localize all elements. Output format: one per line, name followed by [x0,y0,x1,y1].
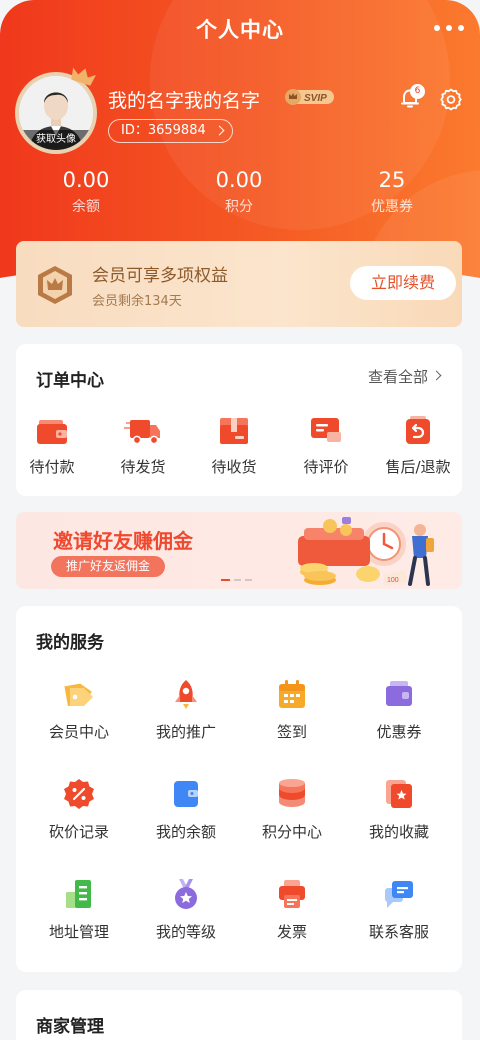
address-building-icon [66,880,91,908]
service-invoice[interactable]: 发票 [239,878,345,942]
service-my-level[interactable]: 我的等级 [133,878,239,942]
service-label: 我的收藏 [368,823,429,841]
service-label: 我的余额 [155,823,216,841]
pagination-dot[interactable] [234,579,241,581]
merchant-management-title: 商家管理 [36,1017,104,1037]
order-label: 待发货 [120,458,166,476]
order-center-card: 订单中心 查看全部 待付款 待发货 待收货 待评价 售后/退款 [16,344,462,496]
coupon-icon [386,681,412,706]
order-pending-payment[interactable]: 待付款 [12,414,92,477]
order-pending-receipt[interactable]: 待收货 [194,414,274,477]
order-label: 售后/退款 [385,458,451,476]
member-tag-icon [64,683,93,707]
stat-label: 余额 [72,199,100,215]
member-benefits-banner[interactable]: 会员可享多项权益 会员剩余134天 立即续费 [16,241,462,327]
service-label: 联系客服 [368,923,429,941]
user-id-text: ID：3659884 [121,123,206,138]
service-label: 积分中心 [261,823,322,841]
stat-points[interactable]: 0.00 积分 [179,168,299,216]
calendar-icon [279,680,305,708]
merchant-management-card: 商家管理 [16,990,462,1040]
chevron-right-icon [214,125,225,136]
balance-wallet-icon [174,781,198,807]
user-id-pill[interactable]: ID：3659884 [108,119,233,143]
order-after-sales-refund[interactable]: 售后/退款 [378,414,458,477]
invite-art-value: 100 [387,577,399,584]
pagination-dot[interactable] [245,579,252,581]
refund-icon [406,416,430,444]
service-label: 我的推广 [155,723,216,741]
delivery-truck-icon [124,420,160,445]
stat-label: 优惠券 [371,199,413,215]
service-member-center[interactable]: 会员中心 [26,678,132,742]
order-label: 待评价 [303,458,349,476]
discount-badge-icon [64,779,94,809]
pagination-dot-active[interactable] [221,579,230,581]
coin-stack-icon [279,779,305,807]
stat-balance[interactable]: 0.00 余额 [26,168,146,216]
order-center-title: 订单中心 [36,371,104,391]
service-check-in[interactable]: 签到 [239,678,345,742]
member-remaining-days: 会员剩余134天 [92,294,182,309]
order-label: 待收货 [211,458,257,476]
service-coupons[interactable]: 优惠券 [346,678,452,742]
order-pending-review[interactable]: 待评价 [286,414,366,477]
my-services-card: 我的服务 会员中心 我的推广 签到 优惠券 砍价记录 我的余额 积分中心 我的收… [16,606,462,972]
member-medal-icon [38,266,72,304]
renew-button[interactable]: 立即续费 [350,266,456,300]
view-all-orders-link[interactable]: 查看全部 [368,366,442,387]
service-label: 优惠券 [376,723,422,741]
member-title: 会员可享多项权益 [92,266,228,286]
stat-value: 0.00 [62,168,110,192]
service-bargain-records[interactable]: 砍价记录 [26,778,132,842]
profile-page: 个人中心 获取头像 我的名字我的名字 SVIP ID：3659884 6 0.0… [0,0,480,1040]
crown-icon [71,67,96,86]
invite-friends-banner[interactable]: 邀请好友赚佣金 推广好友返佣金 100 [16,512,462,589]
avatar-image: 获取头像 [19,76,93,150]
stat-label: 积分 [225,199,253,215]
service-my-favorites[interactable]: 我的收藏 [346,778,452,842]
more-dots-icon[interactable] [434,16,464,40]
page-title: 个人中心 [196,18,284,42]
level-medal-icon [175,879,197,909]
service-label: 砍价记录 [48,823,109,841]
service-label: 发票 [276,923,307,941]
svip-badge-text: SVIP [304,93,327,104]
view-all-label: 查看全部 [367,368,428,386]
stat-value: 25 [378,168,406,192]
svip-badge-icon: SVIP [285,89,334,105]
service-label: 我的等级 [155,923,216,941]
service-my-promotion[interactable]: 我的推广 [133,678,239,742]
customer-service-chat-icon [385,881,413,908]
notification-count-badge: 6 [410,84,425,99]
stat-coupons[interactable]: 25 优惠券 [332,168,452,216]
chevron-right-icon [431,370,442,381]
package-box-icon [220,418,248,444]
service-label: 会员中心 [48,723,109,741]
avatar-caption[interactable]: 获取头像 [19,130,93,150]
rocket-icon [175,680,197,709]
stat-value: 0.00 [215,168,263,192]
order-pending-shipment[interactable]: 待发货 [103,414,183,477]
invite-title: 邀请好友赚佣金 [53,529,193,553]
invite-tag: 推广好友返佣金 [51,556,166,577]
service-points-center[interactable]: 积分中心 [239,778,345,842]
gear-icon[interactable] [439,87,463,111]
order-label: 待付款 [29,458,75,476]
favorite-star-icon [386,780,412,808]
account-stats: 0.00 余额 0.00 积分 25 优惠券 [0,168,480,224]
username: 我的名字我的名字 [108,90,261,112]
service-contact-support[interactable]: 联系客服 [346,878,452,942]
wallet-icon [37,420,67,444]
service-my-balance[interactable]: 我的余额 [133,778,239,842]
my-services-title: 我的服务 [36,633,104,653]
service-address-management[interactable]: 地址管理 [26,878,132,942]
service-label: 签到 [276,723,307,741]
review-message-icon [311,418,341,442]
service-label: 地址管理 [48,923,109,941]
invite-illustration: 100 [298,517,434,586]
invoice-printer-icon [279,880,305,908]
banner-pagination [221,579,252,581]
